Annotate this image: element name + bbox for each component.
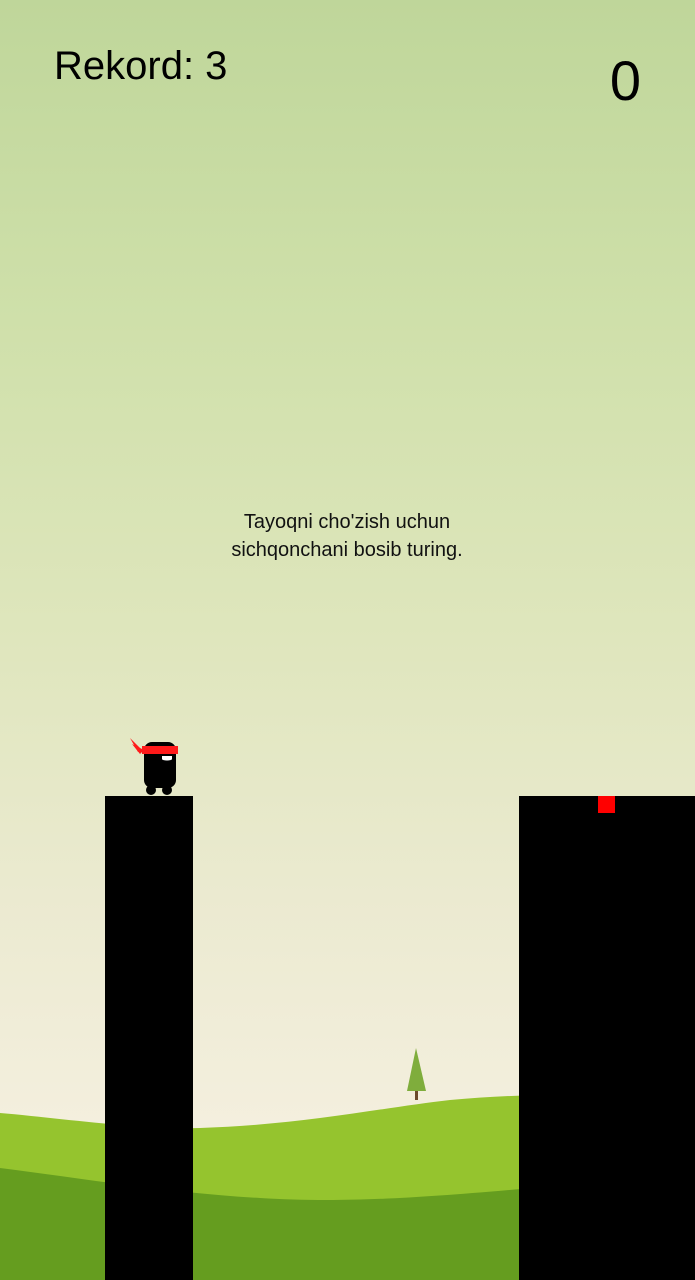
instructions-line-1: Tayoqni cho'zish uchun	[243, 511, 451, 533]
instructions-line-2: sichqonchani bosib turing.	[231, 539, 463, 561]
perfect-target-marker	[598, 796, 615, 813]
game-canvas[interactable]: Rekord: 3 0 Tayoqni cho'zish uchun sichq…	[0, 0, 695, 1280]
pine-tree-icon	[407, 1048, 426, 1100]
current-pillar	[105, 796, 193, 1280]
record-label: Rekord: 3	[54, 44, 228, 88]
instructions-text: Tayoqni cho'zish uchun sichqonchani bosi…	[147, 508, 547, 564]
score-counter: 0	[609, 49, 641, 112]
ninja-hero-icon	[130, 738, 178, 795]
target-pillar	[519, 796, 695, 1280]
